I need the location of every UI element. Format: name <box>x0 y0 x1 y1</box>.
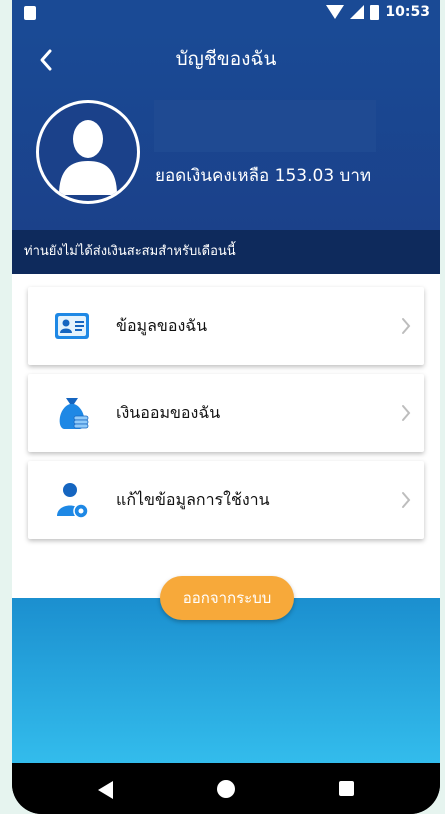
phone-frame: 10:53 บัญชีของฉัน ยอดเงินคงเหลือ 153.03 … <box>12 0 440 814</box>
footer-background <box>12 598 440 763</box>
nav-back-icon[interactable] <box>98 781 113 799</box>
nav-recents-icon[interactable] <box>339 781 354 796</box>
account-header: บัญชีของฉัน ยอดเงินคงเหลือ 153.03 บาท <box>12 32 440 230</box>
nav-home-icon[interactable] <box>217 780 235 798</box>
page-title: บัญชีของฉัน <box>175 48 277 70</box>
status-indicators: 10:53 <box>326 4 430 20</box>
status-time: 10:53 <box>385 4 430 20</box>
menu-list: ข้อมูลของฉัน เงินออมของฉัน แก้ไขข้อมูลกา… <box>28 287 424 548</box>
id-card-icon <box>48 306 96 346</box>
sim-card-icon <box>24 6 36 20</box>
menu-item-label: เงินออมของฉัน <box>116 402 221 422</box>
user-silhouette-icon <box>59 120 117 195</box>
status-bar: 10:53 <box>12 0 440 32</box>
battery-icon <box>370 4 380 20</box>
chevron-right-icon <box>402 318 411 334</box>
user-name-area <box>154 100 376 152</box>
wifi-icon <box>326 5 345 19</box>
signal-icon <box>350 5 365 19</box>
chevron-right-icon <box>402 405 411 421</box>
balance-text: ยอดเงินคงเหลือ 153.03 บาท <box>155 166 372 186</box>
menu-item-label: แก้ไขข้อมูลการใช้งาน <box>116 489 270 509</box>
chevron-right-icon <box>402 492 411 508</box>
android-nav-bar <box>12 763 440 814</box>
user-settings-icon <box>48 480 96 520</box>
notice-banner: ท่านยังไม่ได้ส่งเงินสะสมสำหรับเดือนนี้ <box>12 230 440 274</box>
logout-button[interactable]: ออกจากระบบ <box>160 576 294 620</box>
menu-item-label: ข้อมูลของฉัน <box>116 315 208 335</box>
menu-item-edit-settings[interactable]: แก้ไขข้อมูลการใช้งาน <box>28 461 424 539</box>
money-bag-icon <box>48 393 96 433</box>
menu-item-my-savings[interactable]: เงินออมของฉัน <box>28 374 424 452</box>
menu-item-my-info[interactable]: ข้อมูลของฉัน <box>28 287 424 365</box>
avatar <box>36 100 140 204</box>
app-screen: 10:53 บัญชีของฉัน ยอดเงินคงเหลือ 153.03 … <box>12 0 440 763</box>
